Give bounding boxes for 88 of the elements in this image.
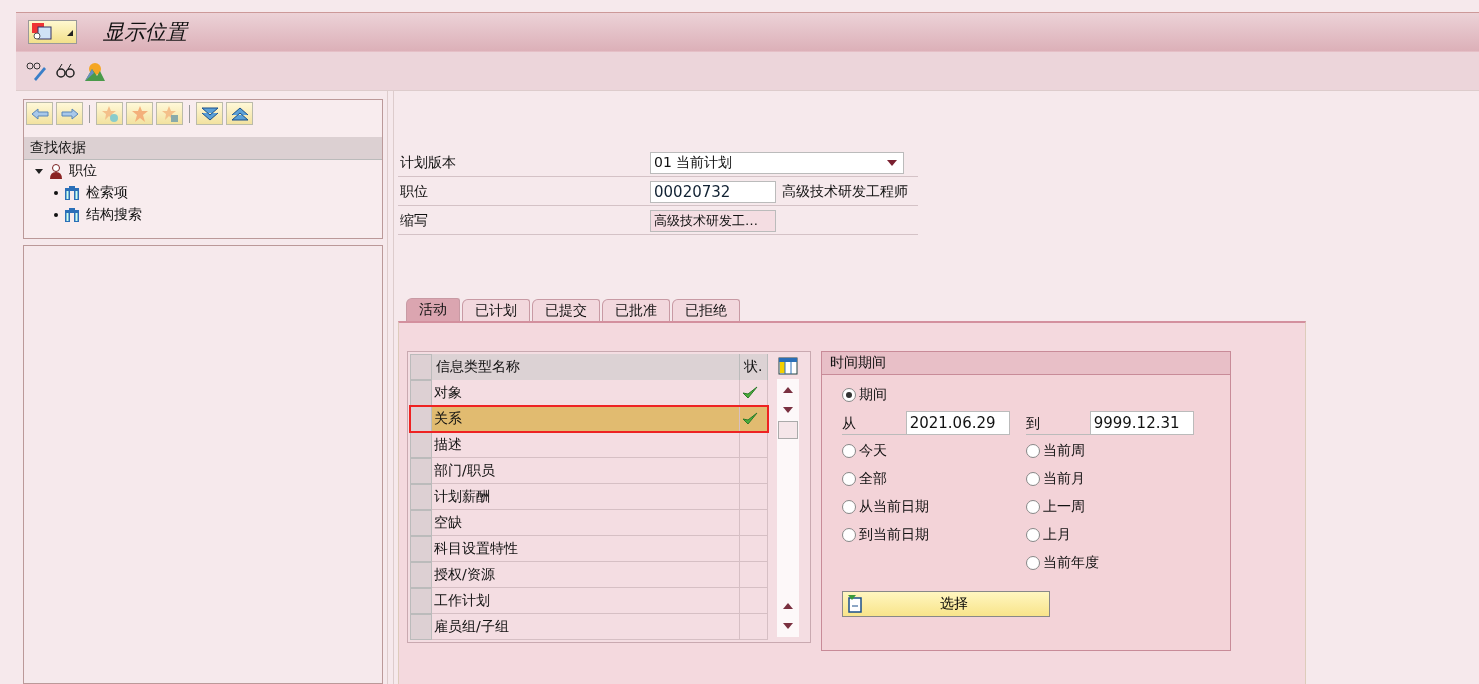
row-selector[interactable]: [410, 458, 432, 484]
expand-button[interactable]: [196, 102, 223, 125]
forward-button[interactable]: [56, 102, 83, 125]
row-selector[interactable]: [410, 406, 432, 432]
radio-option[interactable]: 期间: [842, 381, 1210, 409]
table-row[interactable]: 描述: [410, 432, 768, 458]
collapse-button[interactable]: [226, 102, 253, 125]
tree-item[interactable]: 检索项: [24, 182, 382, 204]
field-label: 职位: [399, 182, 429, 201]
field-label: 到: [1026, 411, 1090, 435]
field-description: 高级技术研发工程师: [782, 182, 908, 201]
binoculars-icon: [64, 185, 80, 201]
tree-item[interactable]: 结构搜索: [24, 204, 382, 226]
field-label: 计划版本: [399, 153, 457, 172]
tab[interactable]: 已批准: [602, 299, 670, 321]
radio-option[interactable]: 上月: [1026, 521, 1210, 549]
input-field[interactable]: 00020732: [650, 180, 776, 203]
tab[interactable]: 已计划: [462, 299, 530, 321]
tab[interactable]: 已提交: [532, 299, 600, 321]
radio-option[interactable]: 从当前日期: [842, 493, 1026, 521]
tab[interactable]: 已拒绝: [672, 299, 740, 321]
date-field[interactable]: 9999.12.31: [1089, 411, 1194, 435]
scroll-up-icon[interactable]: [783, 387, 793, 393]
readonly-field: 高级技术研发工…: [650, 209, 776, 232]
tab[interactable]: 活动: [406, 298, 460, 321]
back-button[interactable]: [26, 102, 53, 125]
tree-item[interactable]: 职位: [24, 160, 382, 182]
panel-title: 时间期间: [822, 352, 1230, 375]
radio-option[interactable]: 当前月: [1026, 465, 1210, 493]
favorite-button[interactable]: [126, 102, 153, 125]
table-row[interactable]: 空缺: [410, 510, 768, 536]
select-button[interactable]: 选择: [842, 591, 1050, 617]
glasses-pencil-icon[interactable]: [26, 61, 48, 81]
scroll-down-icon[interactable]: [783, 623, 793, 629]
row-selector[interactable]: [410, 536, 432, 562]
column-header: 信息类型名称: [432, 354, 740, 380]
row-selector[interactable]: [410, 432, 432, 458]
scroll-down-icon[interactable]: [783, 407, 793, 413]
table-row[interactable]: 雇员组/子组: [410, 614, 768, 640]
arrow-left-icon: [30, 107, 49, 120]
radio-option[interactable]: 全部: [842, 465, 1026, 493]
star-icon: [130, 104, 149, 123]
row-selector[interactable]: [410, 510, 432, 536]
column-layout-icon[interactable]: [778, 357, 798, 375]
screen-icon: [31, 22, 53, 42]
radio-option[interactable]: 上一周: [1026, 493, 1210, 521]
table-row[interactable]: 对象: [410, 380, 768, 406]
table-row[interactable]: 部门/职员: [410, 458, 768, 484]
star-plus-icon: [100, 104, 119, 123]
chevron-up-icon: [230, 105, 249, 122]
row-selector[interactable]: [410, 588, 432, 614]
table-row[interactable]: 授权/资源: [410, 562, 768, 588]
radio-option[interactable]: 当前年度: [1026, 549, 1210, 577]
scroll-up-icon[interactable]: [783, 603, 793, 609]
table-row[interactable]: 科目设置特性: [410, 536, 768, 562]
field-label: 从: [842, 411, 906, 435]
mountain-sun-icon[interactable]: [84, 61, 106, 81]
column-header: 状.: [740, 354, 768, 380]
delete-favorite-button[interactable]: [156, 102, 183, 125]
radio-option[interactable]: 今天: [842, 437, 1026, 465]
table-row[interactable]: 计划薪酬: [410, 484, 768, 510]
row-selector[interactable]: [410, 562, 432, 588]
table-row[interactable]: 工作计划: [410, 588, 768, 614]
document-icon: [847, 595, 863, 613]
expand-arrow-icon[interactable]: [35, 167, 43, 175]
menu-button[interactable]: [28, 20, 77, 44]
add-favorite-button[interactable]: [96, 102, 123, 125]
caret-icon: [887, 159, 897, 166]
date-field[interactable]: 2021.06.29: [905, 411, 1010, 435]
splitter-handle[interactable]: [387, 91, 394, 684]
window-title: 显示位置: [103, 19, 187, 46]
chevron-down-icon: [200, 105, 219, 122]
field-label: 缩写: [399, 211, 429, 230]
scrollbar-thumb[interactable]: [778, 421, 798, 439]
radio-option[interactable]: 当前周: [1026, 437, 1210, 465]
glasses-icon[interactable]: [56, 63, 76, 79]
row-selector[interactable]: [410, 614, 432, 640]
person-icon: [49, 163, 63, 179]
star-trash-icon: [160, 104, 179, 123]
caret-icon: [65, 28, 73, 36]
version-dropdown[interactable]: 01 当前计划: [650, 151, 904, 174]
select-all-cell[interactable]: [410, 354, 432, 380]
row-selector[interactable]: [410, 380, 432, 406]
row-selector[interactable]: [410, 484, 432, 510]
column-header: 查找依据: [24, 137, 382, 160]
arrow-right-icon: [60, 107, 79, 120]
binoculars-icon: [64, 207, 80, 223]
radio-option[interactable]: 到当前日期: [842, 521, 1026, 549]
